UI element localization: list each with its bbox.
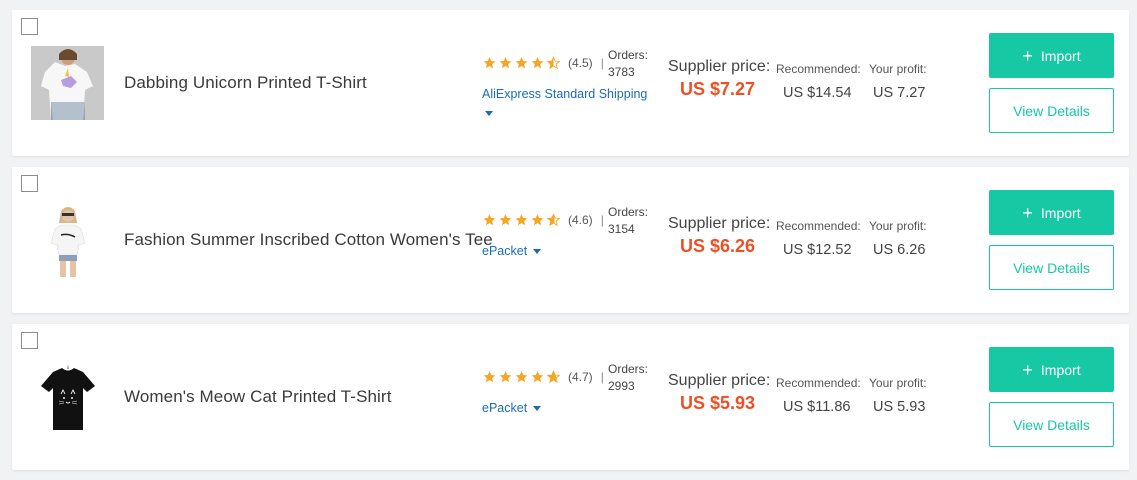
caret-down-icon	[485, 111, 493, 117]
orders-label: Orders:	[608, 205, 649, 219]
half-star-icon	[546, 213, 561, 227]
rating-value: (4.5)	[568, 56, 593, 70]
your-profit-label: Your profit:	[869, 376, 927, 390]
plus-icon: +	[1022, 202, 1033, 223]
supplier-price-label: Supplier price:	[668, 372, 771, 389]
star-icon	[499, 214, 512, 226]
rating-value: (4.6)	[568, 213, 593, 227]
product-rating: (4.6) |	[482, 213, 604, 227]
view-details-button[interactable]: View Details	[989, 402, 1114, 447]
supplier-price: Supplier price: US $6.26	[668, 215, 770, 257]
recommended-label: Recommended:	[776, 219, 861, 233]
your-profit-label: Your profit:	[869, 62, 927, 76]
orders-count: Orders: 2993	[608, 361, 648, 395]
caret-down-icon	[533, 249, 542, 255]
plus-icon: +	[1022, 45, 1033, 66]
star-icon	[483, 214, 496, 226]
product-image[interactable]	[31, 203, 104, 277]
shipping-method-label: ePacket	[482, 401, 528, 415]
rating-stars	[482, 213, 561, 227]
star-icon	[483, 371, 496, 383]
orders-count: Orders: 3154	[608, 204, 648, 238]
recommended-price: Recommended: US $12.52	[776, 219, 861, 258]
import-button[interactable]: + Import	[989, 190, 1114, 235]
product-card: Women's Meow Cat Printed T-Shirt (4.7) |…	[12, 324, 1129, 470]
recommended-value: US $11.86	[783, 399, 851, 415]
your-profit-value: US 5.93	[873, 399, 926, 415]
recommended-price: Recommended: US $14.54	[776, 62, 861, 101]
recommended-price: Recommended: US $11.86	[776, 376, 861, 415]
shipping-method-dropdown[interactable]: ePacket	[482, 401, 542, 415]
star-icon	[531, 371, 544, 383]
shipping-method-label: AliExpress Standard Shipping	[482, 87, 648, 101]
orders-label: Orders:	[608, 362, 649, 376]
select-checkbox[interactable]	[21, 332, 38, 349]
star-icon	[531, 214, 544, 226]
orders-label: Orders:	[608, 48, 649, 62]
product-rating: (4.5) |	[482, 56, 604, 70]
half-star-icon	[546, 370, 561, 384]
product-card: Fashion Summer Inscribed Cotton Women's …	[12, 167, 1129, 313]
shipping-method-dropdown[interactable]: AliExpress Standard Shipping	[482, 87, 648, 117]
product-title[interactable]: Women's Meow Cat Printed T-Shirt	[124, 387, 392, 407]
product-list: Dabbing Unicorn Printed T-Shirt (4.5) | …	[0, 0, 1137, 480]
your-profit: Your profit: US 5.93	[869, 376, 927, 415]
product-title[interactable]: Fashion Summer Inscribed Cotton Women's …	[124, 230, 493, 250]
star-icon	[483, 57, 496, 69]
import-button-label: Import	[1040, 361, 1081, 378]
product-image[interactable]	[31, 360, 104, 434]
your-profit-value: US 6.26	[873, 242, 926, 258]
shipping-method-label: ePacket	[482, 244, 528, 258]
supplier-price-label: Supplier price:	[668, 58, 771, 75]
rating-separator: |	[600, 213, 604, 227]
recommended-value: US $12.52	[783, 242, 852, 258]
shipping-method-dropdown[interactable]: ePacket	[482, 244, 542, 258]
star-icon	[515, 214, 528, 226]
view-details-button[interactable]: View Details	[989, 88, 1114, 133]
your-profit-label: Your profit:	[869, 219, 927, 233]
half-star-icon	[546, 56, 561, 70]
star-icon	[515, 57, 528, 69]
rating-separator: |	[600, 370, 604, 384]
product-title[interactable]: Dabbing Unicorn Printed T-Shirt	[124, 73, 367, 93]
product-rating: (4.7) |	[482, 370, 604, 384]
rating-value: (4.7)	[568, 370, 593, 384]
supplier-price-label: Supplier price:	[668, 215, 771, 232]
supplier-price-value: US $6.26	[680, 236, 756, 256]
orders-count: Orders: 3783	[608, 47, 648, 81]
import-button-label: Import	[1040, 47, 1081, 64]
view-details-button[interactable]: View Details	[989, 245, 1114, 290]
recommended-label: Recommended:	[776, 376, 861, 390]
star-icon	[531, 57, 544, 69]
rating-separator: |	[600, 56, 604, 70]
plus-icon: +	[1022, 359, 1033, 380]
product-card: Dabbing Unicorn Printed T-Shirt (4.5) | …	[12, 10, 1129, 156]
select-checkbox[interactable]	[21, 175, 38, 192]
your-profit: Your profit: US 6.26	[869, 219, 927, 258]
rating-stars	[482, 56, 561, 70]
caret-down-icon	[533, 406, 542, 412]
star-icon	[515, 371, 528, 383]
product-image[interactable]	[31, 46, 104, 120]
supplier-price-value: US $5.93	[680, 393, 756, 413]
recommended-value: US $14.54	[783, 85, 852, 101]
star-icon	[499, 57, 512, 69]
select-checkbox[interactable]	[21, 18, 38, 35]
orders-value: 3783	[608, 65, 635, 79]
supplier-price: Supplier price: US $7.27	[668, 58, 770, 100]
orders-value: 2993	[608, 379, 635, 393]
supplier-price-value: US $7.27	[680, 79, 756, 99]
import-button[interactable]: + Import	[989, 33, 1114, 78]
supplier-price: Supplier price: US $5.93	[668, 372, 770, 414]
import-button-label: Import	[1040, 204, 1081, 221]
rating-stars	[482, 370, 561, 384]
your-profit-value: US 7.27	[873, 85, 926, 101]
orders-value: 3154	[608, 222, 635, 236]
your-profit: Your profit: US 7.27	[869, 62, 927, 101]
star-icon	[499, 371, 512, 383]
import-button[interactable]: + Import	[989, 347, 1114, 392]
recommended-label: Recommended:	[776, 62, 861, 76]
